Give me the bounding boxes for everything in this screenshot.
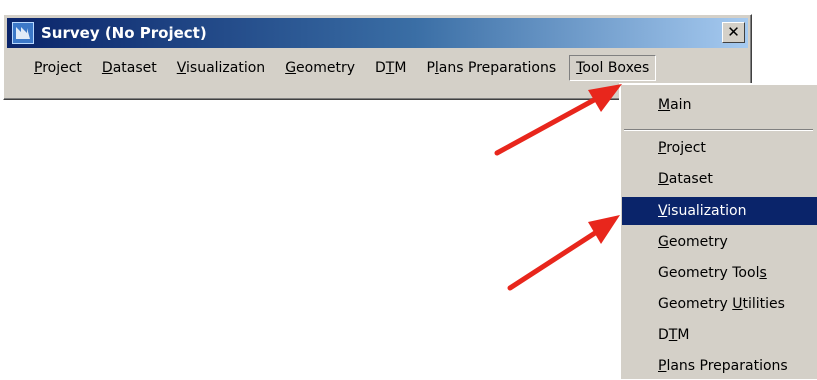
- dropdown-item-dtm[interactable]: DTM: [622, 321, 817, 349]
- app-icon[interactable]: [12, 22, 34, 44]
- dropdown-item-project[interactable]: Project: [622, 134, 817, 162]
- dropdown-item-plans-preparations[interactable]: Plans Preparations: [622, 352, 817, 380]
- menu-geometry[interactable]: Geometry: [278, 55, 362, 81]
- dropdown-item-geometry[interactable]: Geometry: [622, 228, 817, 256]
- tool-boxes-dropdown: Main Project Dataset Visualization Geome…: [619, 83, 817, 379]
- menu-project[interactable]: Project: [27, 55, 89, 81]
- dropdown-item-geometry-utilities[interactable]: Geometry Utilities: [622, 290, 817, 318]
- close-button[interactable]: ✕: [722, 22, 745, 43]
- dropdown-item-geometry-tools[interactable]: Geometry Tools: [622, 259, 817, 287]
- dropdown-item-visualization[interactable]: Visualization: [622, 197, 817, 225]
- close-icon: ✕: [727, 23, 740, 41]
- menu-visualization[interactable]: Visualization: [170, 55, 272, 81]
- annotation-arrow: [507, 215, 620, 291]
- window-title: Survey (No Project): [41, 24, 207, 42]
- dropdown-item-dataset[interactable]: Dataset: [622, 165, 817, 193]
- menu-plans-preparations[interactable]: Plans Preparations: [419, 55, 563, 81]
- menu-dataset[interactable]: Dataset: [95, 55, 164, 81]
- menu-separator: [624, 129, 813, 131]
- menu-dtm[interactable]: DTM: [368, 55, 413, 81]
- dropdown-item-main[interactable]: Main: [622, 91, 817, 119]
- menu-bar: Project Dataset Visualization Geometry D…: [4, 53, 751, 83]
- title-bar[interactable]: Survey (No Project) ✕: [7, 18, 748, 48]
- menu-tool-boxes[interactable]: Tool Boxes: [569, 55, 657, 81]
